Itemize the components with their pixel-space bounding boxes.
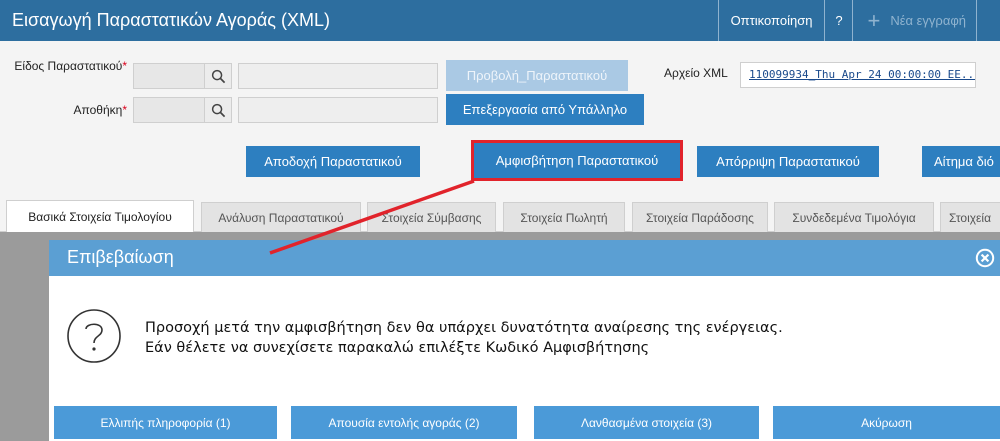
view-document-button[interactable]: Προβολή_Παραστατικού <box>446 60 628 91</box>
warehouse-description-input[interactable] <box>238 97 438 123</box>
wrong-data-button[interactable]: Λανθασμένα στοιχεία (3) <box>534 406 759 439</box>
dialog-title: Επιβεβαίωση <box>67 247 174 267</box>
cancel-button[interactable]: Ακύρωση <box>773 406 1000 439</box>
tab-linked-invoices[interactable]: Συνδεδεμένα Τιμολόγια <box>774 202 934 232</box>
xml-file-link[interactable]: 110099934_Thu Apr 24 00:00:00 EE... <box>740 62 976 88</box>
no-purchase-order-button[interactable]: Απουσία εντολής αγοράς (2) <box>291 406 517 439</box>
dialog-message: Προσοχή μετά την αμφισβήτηση δεν θα υπάρ… <box>145 318 783 358</box>
doc-type-description-input[interactable] <box>238 63 438 89</box>
xml-file-label: Αρχείο XML <box>664 66 728 80</box>
title-bar: Εισαγωγή Παραστατικών Αγοράς (XML) Οπτικ… <box>0 0 1000 41</box>
tab-seller-info[interactable]: Στοιχεία Πωλητή <box>503 202 625 232</box>
help-button[interactable]: ? <box>824 0 852 41</box>
request-button[interactable]: Αίτημα διό <box>922 146 1000 177</box>
warehouse-label: Αποθήκη* <box>73 103 127 117</box>
warehouse-search-button[interactable] <box>204 97 232 123</box>
tab-delivery-info[interactable]: Στοιχεία Παράδοσης <box>632 202 768 232</box>
dialog-message-line2: Εάν θέλετε να συνεχίσετε παρακαλώ επιλέξ… <box>145 340 650 356</box>
incomplete-info-button[interactable]: Ελλιπής πληροφορία (1) <box>54 406 277 439</box>
close-icon[interactable] <box>975 248 995 268</box>
required-mark: * <box>122 59 127 73</box>
doc-type-code-input[interactable] <box>133 63 205 89</box>
tab-bar: Βασικά Στοιχεία Τιμολογίου Ανάλυση Παρασ… <box>0 200 1000 233</box>
required-mark: * <box>122 103 127 117</box>
employee-processing-button[interactable]: Επεξεργασία από Υπάλληλο <box>446 94 644 125</box>
plus-icon: + <box>867 7 881 33</box>
doc-type-search-button[interactable] <box>204 63 232 89</box>
question-icon <box>67 309 121 363</box>
dialog-header: Επιβεβαίωση <box>49 240 1000 276</box>
visualize-button[interactable]: Οπτικοποίηση <box>717 0 825 41</box>
close-window-button[interactable] <box>976 0 1000 41</box>
new-record-label: Νέα εγγραφή <box>890 13 966 28</box>
tab-contract-info[interactable]: Στοιχεία Σύμβασης <box>367 202 496 232</box>
new-record-button[interactable]: + Νέα εγγραφή <box>852 0 976 41</box>
page-title: Εισαγωγή Παραστατικών Αγοράς (XML) <box>12 10 330 30</box>
search-icon <box>211 69 225 83</box>
reject-document-button[interactable]: Απόρριψη Παραστατικού <box>697 146 879 177</box>
confirmation-dialog: Επιβεβαίωση Προσοχή μετά την αμφισβήτηση… <box>49 240 1000 441</box>
annotation-highlight-box <box>471 140 683 181</box>
tab-basic-info[interactable]: Βασικά Στοιχεία Τιμολογίου <box>6 200 194 233</box>
accept-document-button[interactable]: Αποδοχή Παραστατικού <box>246 146 420 177</box>
search-icon <box>211 103 225 117</box>
warehouse-code-input[interactable] <box>133 97 205 123</box>
dialog-message-line1: Προσοχή μετά την αμφισβήτηση δεν θα υπάρ… <box>145 320 783 336</box>
doc-type-label: Είδος Παραστατικού* <box>14 59 127 73</box>
tab-more[interactable]: Στοιχεία <box>940 202 1000 232</box>
tab-document-analysis[interactable]: Ανάλυση Παραστατικού <box>201 202 361 232</box>
